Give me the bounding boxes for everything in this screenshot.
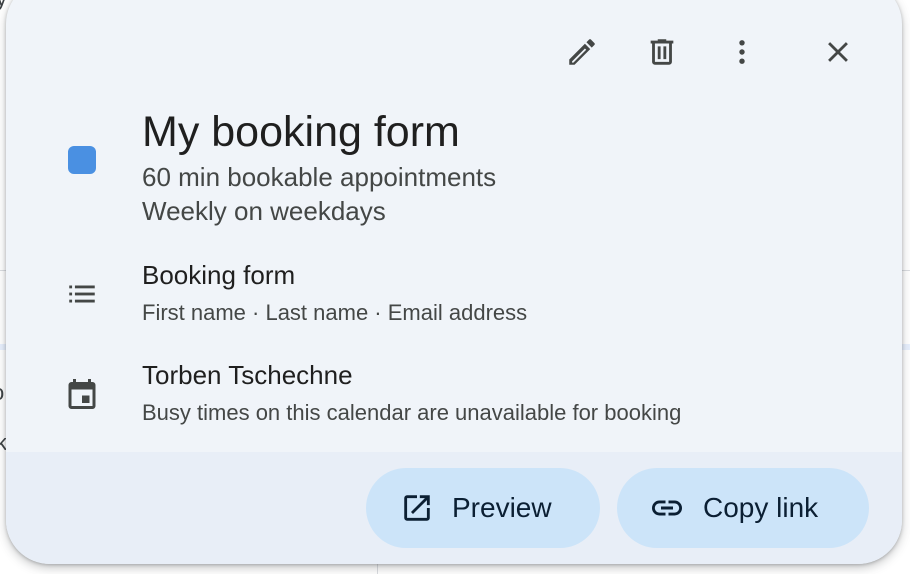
pencil-icon (565, 35, 599, 69)
background-text-fragment: y (0, 0, 7, 12)
calendar-owner: Torben Tschechne (142, 360, 353, 390)
preview-label: Preview (452, 492, 552, 523)
more-vert-icon (725, 35, 759, 69)
background-text-fragment: o (0, 380, 4, 406)
list-icon (60, 272, 104, 316)
trash-icon (645, 35, 679, 69)
link-icon (649, 490, 685, 526)
delete-button[interactable] (638, 28, 686, 76)
copy-link-button[interactable]: Copy link (617, 468, 869, 548)
close-icon (821, 35, 855, 69)
edit-button[interactable] (558, 28, 606, 76)
close-button[interactable] (814, 28, 862, 76)
preview-button[interactable]: Preview (366, 468, 600, 548)
calendar-availability-note: Busy times on this calendar are unavaila… (142, 400, 682, 425)
open-in-new-icon (400, 491, 434, 525)
copy-link-label: Copy link (703, 492, 819, 523)
booking-form-title: Booking form (142, 260, 296, 290)
event-color-swatch (68, 146, 96, 174)
event-title: My booking form (142, 108, 460, 156)
calendar-icon (60, 372, 104, 416)
more-options-button[interactable] (718, 28, 766, 76)
event-duration: 60 min bookable appointments (142, 162, 497, 192)
booking-form-fields: First name · Last name · Email address (142, 300, 528, 325)
event-recurrence: Weekly on weekdays (142, 196, 386, 226)
appointment-details-dialog: My booking form 60 min bookable appointm… (6, 0, 902, 564)
